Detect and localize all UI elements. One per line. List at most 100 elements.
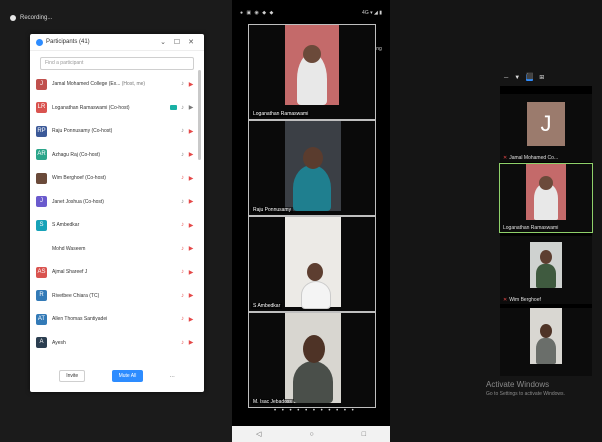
avatar: J — [36, 196, 47, 207]
camera-off-icon[interactable]: ▶ — [188, 339, 194, 346]
avatar: AR — [36, 149, 47, 160]
participant-row[interactable]: AR Azhagu Raj (Co-host) ♪ ▶ — [36, 147, 194, 163]
participant-name: Jamal Mohamed College (Ex... (Host, me) — [52, 81, 146, 87]
camera-off-icon[interactable]: ▶ — [188, 198, 194, 205]
tile-name: M. Isac Jebadoss — [251, 399, 294, 405]
participant-name: Allen Thomas Santiyadei — [52, 316, 108, 322]
participant-status-icons: ♪ ▶ — [180, 339, 194, 347]
camera-off-icon[interactable]: ▶ — [188, 128, 194, 135]
muted-mic-icon[interactable]: ♪ — [180, 269, 185, 275]
video-tile[interactable]: S Ambedkar — [248, 216, 376, 312]
thumbnail-tile[interactable]: ✕ Wim Berghoef — [500, 236, 592, 304]
thumbnail-tile[interactable]: J ✕ Jamal Mohamed Co... — [500, 94, 592, 162]
camera-off-icon[interactable]: ▶ — [188, 222, 194, 229]
activate-subtitle: Go to Settings to activate Windows. — [486, 391, 565, 397]
video-on-icon — [170, 105, 177, 110]
participant-figure — [293, 361, 333, 403]
chevron-down-icon[interactable]: ▼ — [514, 75, 520, 81]
tile-name: Loganathan Ramaswami — [251, 111, 311, 117]
participant-row[interactable]: Mohd Waseem ♪ ▶ — [36, 241, 194, 257]
avatar: J — [527, 102, 565, 146]
back-icon[interactable]: ◁ — [256, 430, 261, 438]
recent-apps-icon[interactable]: □ — [362, 431, 366, 438]
thumbnail-name: ✕ Wim Berghoef — [503, 297, 541, 303]
participant-status-icons: ♪ ▶ — [180, 269, 194, 276]
participant-head — [303, 335, 325, 363]
participant-row[interactable]: LR Loganathan Ramaswami (Co-host) ♪ ▶ — [36, 100, 194, 116]
participant-name: Loganathan Ramaswami (Co-host) — [52, 104, 130, 111]
participant-head — [539, 176, 553, 190]
participant-search-input[interactable]: Find a participant — [40, 57, 194, 70]
camera-off-icon[interactable]: ▶ — [188, 151, 194, 158]
camera-off-icon[interactable]: ▶ — [188, 245, 194, 252]
participant-row[interactable]: RP Raju Ponnusamy (Co-host) ♪ ▶ — [36, 123, 194, 139]
participant-list-scrollbar[interactable] — [198, 70, 201, 160]
chevron-down-icon[interactable]: ⌄ — [156, 38, 170, 46]
activate-windows-watermark: Activate Windows Go to Settings to activ… — [486, 380, 565, 397]
thumbnail-strip: J ✕ Jamal Mohamed Co... Loganathan Ramasw… — [499, 86, 593, 376]
participant-row[interactable]: A Ayesh ♪ ▶ — [36, 335, 194, 351]
recording-label: Recording... — [20, 15, 53, 21]
close-button[interactable]: ✕ — [184, 38, 198, 46]
camera-on-icon[interactable]: ▶ — [188, 104, 194, 111]
participant-row[interactable]: AS Ajmal Shareef J ♪ ▶ — [36, 264, 194, 280]
thumbnail-tile-active[interactable]: Loganathan Ramaswami — [499, 163, 593, 233]
participant-name: Janet Joshua (Co-host) — [52, 198, 104, 205]
participant-name: Ayesh — [52, 339, 66, 346]
muted-mic-icon[interactable]: ♪ — [180, 175, 185, 181]
gallery-page-indicator[interactable]: • • • • • • • • • • • — [274, 408, 356, 414]
participant-list: J Jamal Mohamed College (Ex... (Host, me)… — [30, 72, 204, 360]
desktop-zoom-window: Recording... Participants (41) ⌄ ☐ ✕ Fin… — [0, 0, 232, 442]
avatar: RP — [36, 125, 47, 137]
video-tile[interactable]: Loganathan Ramaswami — [248, 24, 376, 120]
muted-mic-icon[interactable]: ♪ — [180, 316, 185, 322]
camera-off-icon[interactable]: ▶ — [188, 269, 194, 276]
participant-head — [303, 45, 321, 63]
recording-indicator: Recording... — [10, 12, 52, 24]
mic-icon[interactable]: ♪ — [180, 152, 185, 158]
muted-mic-icon[interactable]: ♪ — [180, 293, 185, 299]
muted-mic-icon[interactable]: ♪ — [180, 340, 185, 346]
mic-icon[interactable]: ♪ — [180, 81, 185, 87]
mic-icon[interactable]: ♪ — [180, 105, 185, 111]
thumbnail-tile[interactable] — [500, 308, 592, 376]
record-icon — [10, 15, 16, 21]
participant-status-icons: ♪ ▶ — [180, 175, 194, 182]
mic-icon[interactable]: ♪ — [180, 128, 185, 134]
minimize-icon[interactable]: ─ — [504, 75, 508, 81]
participant-head — [540, 324, 552, 338]
camera-off-icon[interactable]: ▶ — [188, 316, 194, 323]
participant-row[interactable]: J Jamal Mohamed College (Ex... (Host, me)… — [36, 76, 194, 92]
camera-off-icon[interactable]: ▶ — [188, 292, 194, 299]
video-tile[interactable]: Raju Ponnusamy — [248, 120, 376, 216]
maximize-button[interactable]: ☐ — [170, 38, 184, 46]
muted-mic-icon[interactable]: ♪ — [180, 246, 185, 252]
participant-row[interactable]: AT Allen Thomas Santiyadei ♪ ▶ — [36, 311, 194, 327]
gallery-view-icon[interactable]: ⊞ — [539, 74, 544, 81]
participant-row[interactable]: R Rivetbee Chiara (TC) ♪ ▶ — [36, 288, 194, 304]
mic-icon[interactable]: ♪ — [180, 199, 185, 205]
thumbnail-name: Loganathan Ramaswami — [503, 225, 559, 231]
participant-name: Raju Ponnusamy (Co-host) — [52, 128, 113, 134]
participant-row[interactable]: S S Ambedkar ♪ ▶ — [36, 217, 194, 233]
video-tile[interactable]: M. Isac Jebadoss — [248, 312, 376, 408]
muted-mic-icon: ✕ — [503, 297, 508, 303]
participants-footer: Invite Mute All ... — [30, 368, 204, 384]
participant-figure — [536, 338, 556, 364]
participants-window: Participants (41) ⌄ ☐ ✕ Find a participa… — [30, 34, 204, 392]
tile-name: S Ambedkar — [251, 303, 283, 309]
participant-row[interactable]: J Janet Joshua (Co-host) ♪ ▶ — [36, 194, 194, 210]
participant-status-icons: ♪ ▶ — [180, 81, 194, 88]
invite-button[interactable]: Invite — [59, 370, 86, 382]
participant-row[interactable]: Wim Berghoef (Co-host) ♪ ▶ — [36, 170, 194, 186]
camera-off-icon[interactable]: ▶ — [188, 81, 194, 88]
muted-mic-icon[interactable]: ♪ — [180, 222, 185, 228]
home-icon[interactable]: ○ — [309, 431, 313, 438]
mute-all-button[interactable]: Mute All — [111, 370, 144, 382]
speaker-view-icon[interactable]: ⬛ — [526, 74, 534, 81]
camera-off-icon[interactable]: ▶ — [188, 175, 194, 182]
gallery-toolbar: ─ ▼ ⬛ ⊞ — [504, 74, 544, 81]
status-left: ● ▣ ◉ ◆ ◆ — [240, 10, 275, 16]
more-button[interactable]: ... — [170, 373, 175, 379]
participant-name: S Ambedkar — [52, 222, 80, 228]
